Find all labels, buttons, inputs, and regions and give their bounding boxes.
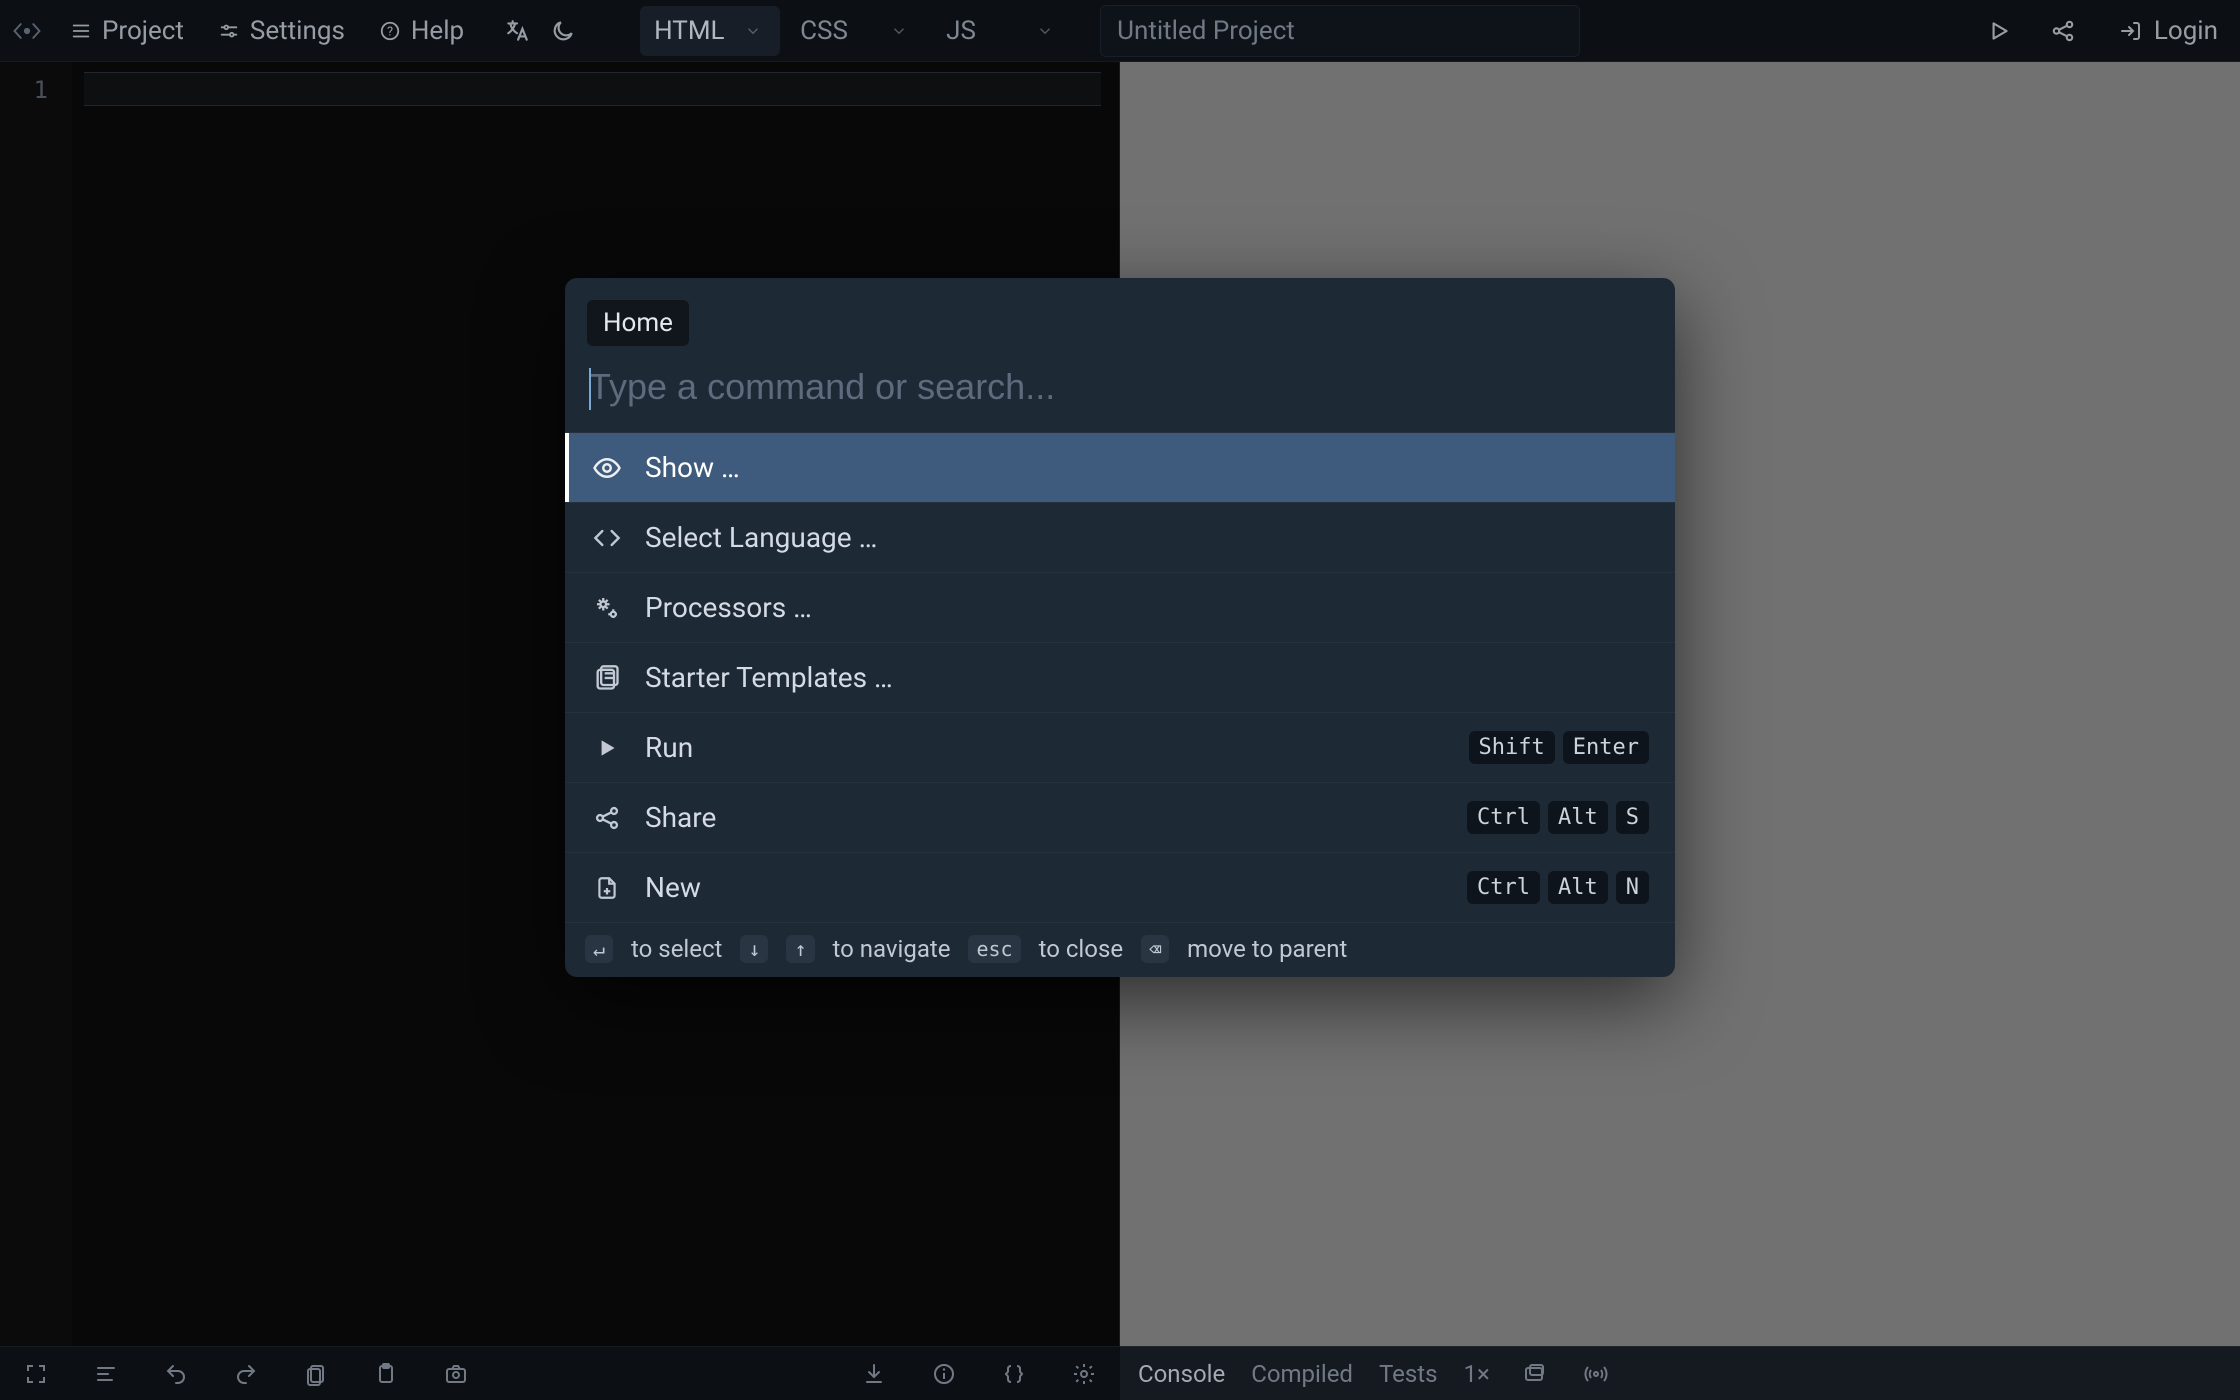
shortcut-key: Alt: [1548, 801, 1608, 834]
breadcrumb-home[interactable]: Home: [587, 300, 689, 346]
play-icon: [591, 732, 623, 764]
down-key-hint: ↓: [740, 935, 768, 963]
shortcut-key: Enter: [1563, 731, 1649, 764]
shortcut-key: Ctrl: [1467, 801, 1540, 834]
command-palette: Home Show … Select Language … Processors …: [565, 278, 1675, 977]
text-cursor: [589, 368, 591, 410]
up-key-hint: ↑: [786, 935, 814, 963]
command-item[interactable]: Processors …: [565, 572, 1675, 642]
code-icon: [591, 522, 623, 554]
shortcut-group: CtrlAltN: [1467, 871, 1649, 904]
command-item-label: Select Language …: [645, 521, 877, 554]
gears-icon: [591, 592, 623, 624]
shortcut-key: Shift: [1469, 731, 1555, 764]
command-search-input[interactable]: [589, 366, 1651, 408]
navigate-hint-label: to navigate: [833, 935, 951, 963]
modal-overlay[interactable]: Home Show … Select Language … Processors …: [0, 0, 2240, 1400]
palette-breadcrumbs: Home: [565, 278, 1675, 346]
command-item[interactable]: Run ShiftEnter: [565, 712, 1675, 782]
palette-footer-hints: ↵ to select ↓ ↑ to navigate esc to close…: [565, 922, 1675, 977]
select-hint-label: to select: [631, 935, 722, 963]
shortcut-key: S: [1616, 801, 1649, 834]
close-hint-label: to close: [1039, 935, 1123, 963]
command-item-label: Share: [645, 801, 716, 834]
command-item-label: Show …: [645, 451, 740, 484]
shortcut-key: Alt: [1548, 871, 1608, 904]
command-item[interactable]: Starter Templates …: [565, 642, 1675, 712]
command-list: Show … Select Language … Processors … Star…: [565, 432, 1675, 922]
share-icon: [591, 802, 623, 834]
shortcut-group: ShiftEnter: [1469, 731, 1649, 764]
esc-key-hint: esc: [968, 935, 1020, 963]
backspace-key-hint: ⌫: [1141, 935, 1169, 963]
command-item-label: Starter Templates …: [645, 661, 893, 694]
command-item-label: Processors …: [645, 591, 812, 624]
command-item[interactable]: New CtrlAltN: [565, 852, 1675, 922]
parent-hint-label: move to parent: [1187, 935, 1347, 963]
shortcut-group: CtrlAltS: [1467, 801, 1649, 834]
shortcut-key: N: [1616, 871, 1649, 904]
command-item[interactable]: Show …: [565, 432, 1675, 502]
eye-icon: [591, 452, 623, 484]
command-item[interactable]: Share CtrlAltS: [565, 782, 1675, 852]
command-item-label: New: [645, 871, 701, 904]
command-item[interactable]: Select Language …: [565, 502, 1675, 572]
shortcut-key: Ctrl: [1467, 871, 1540, 904]
new-file-icon: [591, 872, 623, 904]
enter-key-hint: ↵: [585, 935, 613, 963]
templates-icon: [591, 662, 623, 694]
command-item-label: Run: [645, 731, 693, 764]
